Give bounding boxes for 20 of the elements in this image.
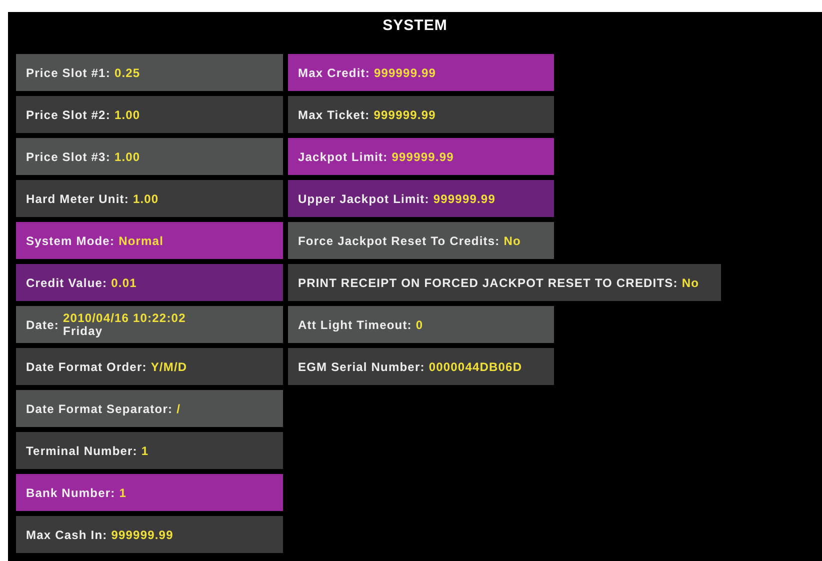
setting-button[interactable]: Jackpot Limit: 999999.99 <box>288 138 554 175</box>
setting-button[interactable]: Credit Value: 0.01 <box>16 264 283 301</box>
setting-button[interactable]: PRINT RECEIPT ON FORCED JACKPOT RESET TO CREDITS: No <box>288 264 722 301</box>
setting-button[interactable]: Force Jackpot Reset To Credits: No <box>288 222 554 259</box>
setting-button[interactable]: Date Format Order: Y/M/D <box>16 348 283 385</box>
setting-button[interactable]: Terminal Number: 1 <box>16 432 283 469</box>
setting-button[interactable]: Max Credit: 999999.99 <box>288 54 554 91</box>
setting-button[interactable]: Att Light Timeout: 0 <box>288 306 554 343</box>
setting-button[interactable]: Upper Jackpot Limit: 999999.99 <box>288 180 554 217</box>
setting-button[interactable]: Price Slot #3: 1.00 <box>16 138 283 175</box>
setting-button[interactable]: EGM Serial Number: 0000044DB06D <box>288 348 554 385</box>
setting-button[interactable]: Hard Meter Unit: 1.00 <box>16 180 283 217</box>
setting-button[interactable]: System Mode: Normal <box>16 222 283 259</box>
setting-button[interactable]: Price Slot #1: 0.25 <box>16 54 283 91</box>
setting-button[interactable]: Price Slot #2: 1.00 <box>16 96 283 133</box>
setting-button[interactable]: Max Cash In: 999999.99 <box>16 516 283 553</box>
setting-button[interactable]: Max Ticket: 999999.99 <box>288 96 554 133</box>
screen-title: SYSTEM <box>382 16 448 36</box>
setting-button[interactable]: Bank Number: 1 <box>16 474 283 511</box>
setting-button[interactable]: Date Format Separator: / <box>16 390 283 427</box>
